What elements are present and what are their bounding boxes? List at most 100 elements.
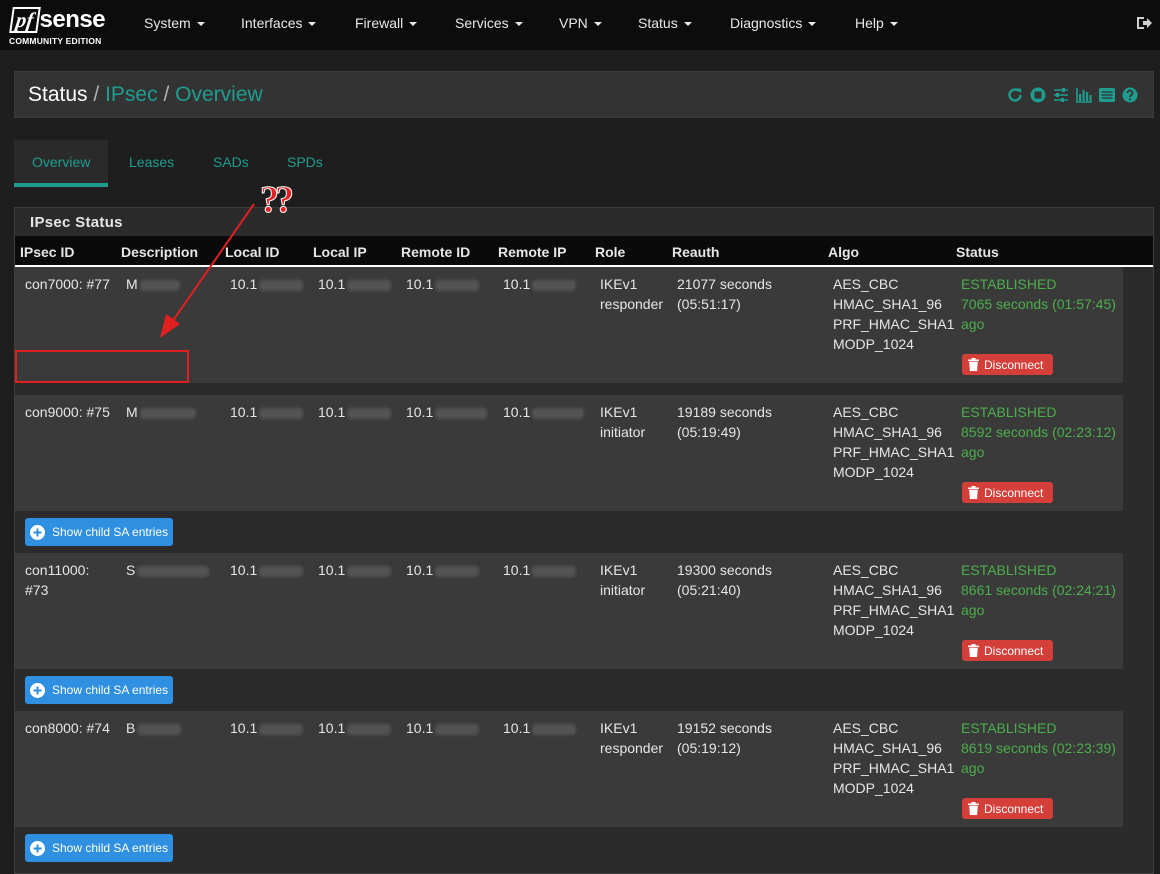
local-ip: 10.1 (318, 402, 392, 422)
local-ip-text: 10.1 (318, 720, 346, 736)
reauth-time: (05:19:12) (677, 740, 741, 756)
redacted-text (347, 279, 392, 291)
remote-id-text: 10.1 (406, 720, 434, 736)
show-child-sa-button[interactable]: Show child SA entries (25, 518, 173, 546)
reauth-seconds: 19152 seconds (677, 720, 772, 736)
column-header: Algo (828, 244, 860, 260)
nav-services-menu[interactable]: Services (455, 15, 523, 31)
disconnect-label: Disconnect (984, 357, 1044, 372)
remote-id-text: 10.1 (406, 276, 434, 292)
remote-id-text: 10.1 (406, 562, 434, 578)
algo-integrity: HMAC_SHA1_96 (833, 296, 942, 312)
algo-integrity: HMAC_SHA1_96 (833, 740, 942, 756)
tab-leases[interactable]: Leases (129, 140, 174, 187)
disconnect-button[interactable]: Disconnect (962, 798, 1053, 819)
annotation-highlight-box (15, 350, 189, 383)
trash-icon (968, 644, 979, 657)
algo: AES_CBC HMAC_SHA1_96 PRF_HMAC_SHA1 MODP_102… (833, 718, 954, 798)
status: ESTABLISHED 8619 seconds (02:23:39) ago (961, 718, 1116, 778)
tab-overview[interactable]: Overview (14, 140, 108, 187)
ipsec-id: con8000: #74 (25, 720, 110, 736)
status-state: ESTABLISHED (961, 562, 1057, 578)
status-duration: 8619 seconds (02:23:39) (961, 740, 1116, 756)
algo-dh-group: MODP_1024 (833, 622, 914, 638)
algo-prf: PRF_HMAC_SHA1 (833, 316, 955, 332)
algo-cipher: AES_CBC (833, 562, 899, 578)
redacted-text (139, 407, 196, 419)
settings-sliders-icon[interactable] (1052, 86, 1070, 104)
breadcrumb-ipsec-link[interactable]: IPsec (105, 83, 158, 106)
redacted-text (435, 723, 480, 735)
remote-id: 10.1 (406, 274, 480, 294)
algo-integrity: HMAC_SHA1_96 (833, 582, 942, 598)
remote-ip: 10.1 (503, 718, 577, 738)
redacted-text (259, 279, 304, 291)
remote-ip-text: 10.1 (503, 720, 531, 736)
plus-circle-icon (30, 524, 45, 540)
local-ip-text: 10.1 (318, 404, 346, 420)
table-header: IPsec ID Description Local ID Local IP R… (15, 236, 1153, 267)
nav-help-menu[interactable]: Help (855, 15, 898, 31)
nav-label: Services (455, 15, 509, 31)
local-ip: 10.1 (318, 274, 392, 294)
nav-system-menu[interactable]: System (144, 15, 205, 31)
ipsec-id: con11000: #73 (25, 560, 89, 600)
show-child-label: Show child SA entries (52, 683, 169, 697)
show-child-label: Show child SA entries (52, 525, 169, 539)
reauth-time: (05:21:40) (677, 582, 741, 598)
bar-chart-icon[interactable] (1075, 86, 1093, 104)
logout-icon[interactable] (1136, 15, 1153, 31)
status-suffix: ago (961, 602, 985, 618)
tab-sads[interactable]: SADs (213, 140, 249, 187)
breadcrumb-overview-link[interactable]: Overview (175, 83, 263, 106)
algo-dh-group: MODP_1024 (833, 780, 914, 796)
disconnect-button[interactable]: Disconnect (962, 640, 1053, 661)
description: M (126, 402, 196, 422)
local-id-text: 10.1 (230, 276, 258, 292)
role-protocol: IKEv1 (600, 562, 638, 578)
show-child-sa-button[interactable]: Show child SA entries (25, 834, 173, 862)
chevron-down-icon (409, 22, 418, 27)
nav-vpn-menu[interactable]: VPN (559, 15, 602, 31)
log-list-icon[interactable] (1098, 86, 1116, 104)
status: ESTABLISHED 8661 seconds (02:24:21) ago (961, 560, 1116, 620)
ipsec-id: con7000: #77 (25, 276, 110, 292)
role-type: initiator (600, 582, 646, 598)
local-id-text: 10.1 (230, 404, 258, 420)
tab-spds[interactable]: SPDs (287, 140, 323, 187)
status-duration: 7065 seconds (01:57:45) (961, 296, 1116, 312)
plus-circle-icon (30, 682, 45, 698)
reload-icon[interactable] (1006, 86, 1024, 104)
nav-interfaces-menu[interactable]: Interfaces (241, 15, 317, 31)
nav-diagnostics-menu[interactable]: Diagnostics (730, 15, 817, 31)
nav-firewall-menu[interactable]: Firewall (355, 15, 418, 31)
status-suffix: ago (961, 760, 985, 776)
algo-prf: PRF_HMAC_SHA1 (833, 760, 955, 776)
description-text: B (126, 720, 136, 736)
remote-id: 10.1 (406, 402, 488, 422)
pfsense-logo[interactable]: pf sense COMMUNITY EDITION (8, 5, 118, 47)
redacted-text (347, 565, 392, 577)
plus-circle-icon (30, 840, 45, 856)
status-duration: 8592 seconds (02:23:12) (961, 424, 1116, 440)
redacted-text (435, 565, 480, 577)
disconnect-button[interactable]: Disconnect (962, 482, 1053, 503)
help-icon[interactable] (1121, 86, 1139, 104)
show-child-sa-button[interactable]: Show child SA entries (25, 676, 173, 704)
disconnect-button[interactable]: Disconnect (962, 354, 1053, 375)
description: S (126, 560, 210, 580)
annotation-question-marks: ?? (260, 179, 295, 222)
algo: AES_CBC HMAC_SHA1_96 PRF_HMAC_SHA1 MODP_102… (833, 560, 954, 640)
table-row: con8000: #74 B 10.1 10.1 10.1 10.1 IKEv1… (15, 711, 1123, 827)
nav-status-menu[interactable]: Status (638, 15, 692, 31)
chevron-down-icon (808, 22, 817, 27)
chevron-down-icon (196, 22, 205, 27)
column-header: Remote IP (498, 244, 567, 260)
role-protocol: IKEv1 (600, 404, 638, 420)
stop-icon[interactable] (1029, 86, 1047, 104)
column-header: IPsec ID (20, 244, 75, 260)
local-ip: 10.1 (318, 718, 392, 738)
algo: AES_CBC HMAC_SHA1_96 PRF_HMAC_SHA1 MODP_102… (833, 274, 954, 354)
disconnect-label: Disconnect (984, 801, 1044, 816)
remote-id-text: 10.1 (406, 404, 434, 420)
